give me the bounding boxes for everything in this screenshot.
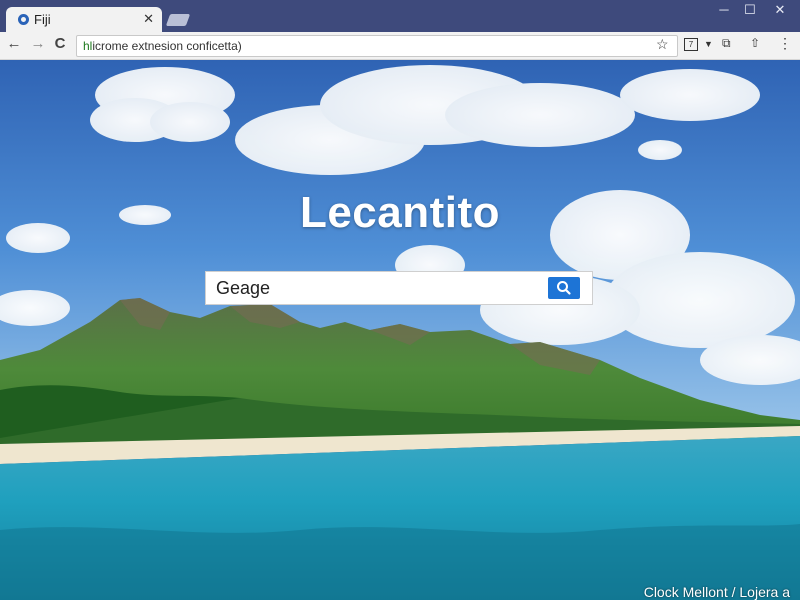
back-button[interactable]: ← bbox=[4, 35, 24, 52]
extension-icon[interactable]: 7 bbox=[684, 38, 698, 51]
search-input[interactable] bbox=[206, 272, 546, 304]
puzzle-icon[interactable]: ⧉ bbox=[722, 36, 731, 51]
browser-tab[interactable]: Fiji ✕ bbox=[6, 7, 162, 32]
maximize-button[interactable]: ☐ bbox=[738, 2, 762, 18]
star-icon[interactable]: ☆ bbox=[656, 36, 669, 53]
browser-window: Fiji ✕ ─ ☐ ✕ ← → C hlicrome extnesion co… bbox=[0, 0, 800, 600]
landscape-background bbox=[0, 60, 800, 600]
tab-close-icon[interactable]: ✕ bbox=[143, 11, 154, 27]
search-box bbox=[205, 271, 593, 305]
browser-toolbar: ← → C hlicrome extnesion conficetta) ☆ 7… bbox=[0, 32, 800, 60]
more-icon[interactable]: ⋮ bbox=[778, 35, 792, 52]
page-logo: Lecantito bbox=[299, 188, 501, 237]
address-bar[interactable]: hlicrome extnesion conficetta) bbox=[76, 35, 678, 57]
url-scheme: hl bbox=[83, 39, 93, 53]
page-viewport: Lecantito Clock Mellont / Lojera a bbox=[0, 60, 800, 600]
share-icon[interactable]: ⇧ bbox=[750, 36, 760, 50]
photo-caption: Clock Mellont / Lojera a bbox=[643, 584, 790, 600]
tab-title: Fiji bbox=[34, 12, 51, 27]
forward-button[interactable]: → bbox=[28, 35, 48, 52]
minimize-button[interactable]: ─ bbox=[712, 2, 736, 17]
favicon-icon bbox=[18, 14, 29, 25]
new-tab-button[interactable] bbox=[165, 14, 191, 26]
address-bar-text: hlicrome extnesion conficetta) bbox=[83, 39, 242, 53]
titlebar: Fiji ✕ ─ ☐ ✕ bbox=[0, 0, 800, 32]
menu-dropdown-icon[interactable]: ▼ bbox=[704, 39, 713, 49]
close-window-button[interactable]: ✕ bbox=[768, 2, 792, 18]
search-icon bbox=[557, 281, 571, 295]
reload-button[interactable]: C bbox=[50, 35, 70, 52]
url-rest: icrome extnesion conficetta) bbox=[92, 39, 242, 53]
search-button[interactable] bbox=[548, 277, 580, 299]
